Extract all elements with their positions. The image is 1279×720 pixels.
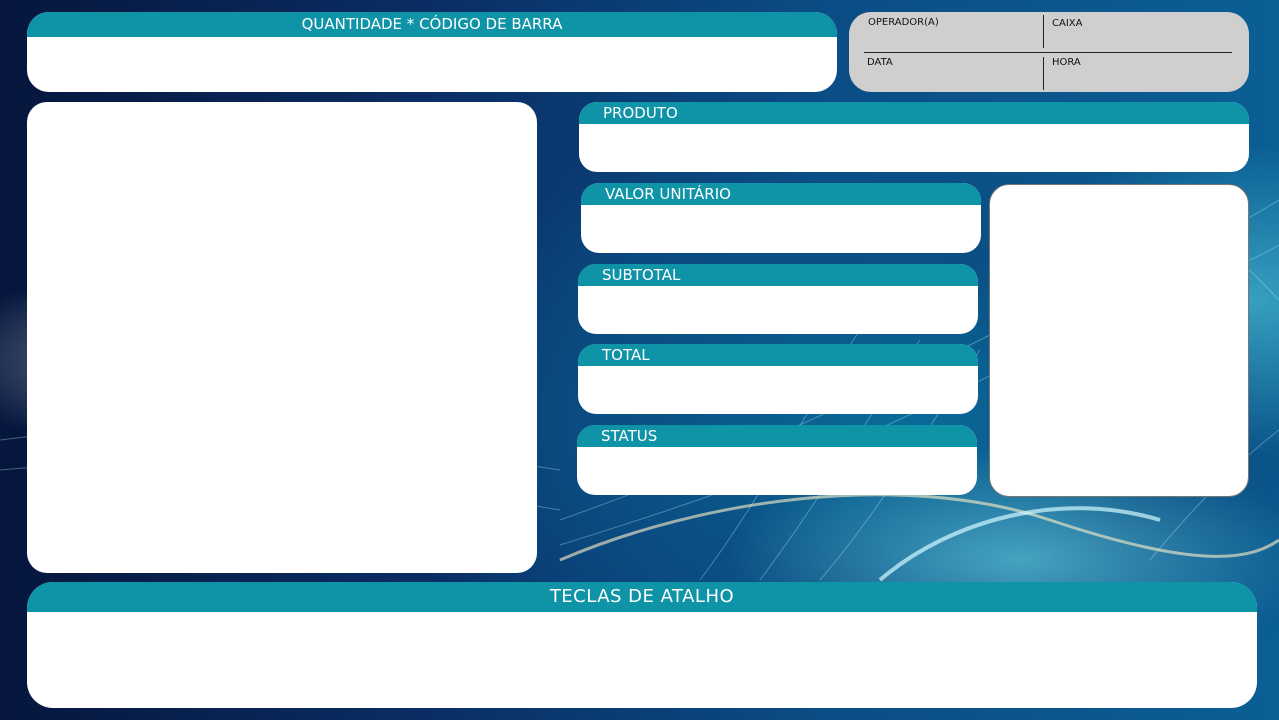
total-field: TOTAL xyxy=(578,344,978,414)
subtotal-field: SUBTOTAL xyxy=(578,264,978,334)
unit-value-label: VALOR UNITÁRIO xyxy=(581,183,981,205)
total-label: TOTAL xyxy=(578,344,978,366)
barcode-quantity-panel[interactable]: QUANTIDADE * CÓDIGO DE BARRA xyxy=(27,12,837,92)
shortcuts-panel: TECLAS DE ATALHO xyxy=(27,582,1257,708)
shortcuts-title: TECLAS DE ATALHO xyxy=(27,582,1257,612)
info-divider-bottom xyxy=(1043,57,1044,90)
status-field: STATUS xyxy=(577,425,977,495)
barcode-quantity-input-area[interactable] xyxy=(27,37,837,92)
status-label: STATUS xyxy=(577,425,977,447)
unit-value-field: VALOR UNITÁRIO xyxy=(581,183,981,253)
subtotal-label: SUBTOTAL xyxy=(578,264,978,286)
info-divider-horizontal xyxy=(864,52,1232,53)
session-info-panel: OPERADOR(A) CAIXA DATA HORA xyxy=(849,12,1249,92)
items-list-panel[interactable] xyxy=(27,102,537,573)
info-divider-top xyxy=(1043,15,1044,48)
barcode-quantity-title: QUANTIDADE * CÓDIGO DE BARRA xyxy=(27,12,837,37)
product-label: PRODUTO xyxy=(579,102,1249,124)
time-label: HORA xyxy=(1052,57,1081,68)
product-field: PRODUTO xyxy=(579,102,1249,172)
register-label: CAIXA xyxy=(1052,18,1083,29)
date-label: DATA xyxy=(867,57,893,68)
product-image-box xyxy=(989,184,1249,497)
operator-label: OPERADOR(A) xyxy=(868,17,939,28)
